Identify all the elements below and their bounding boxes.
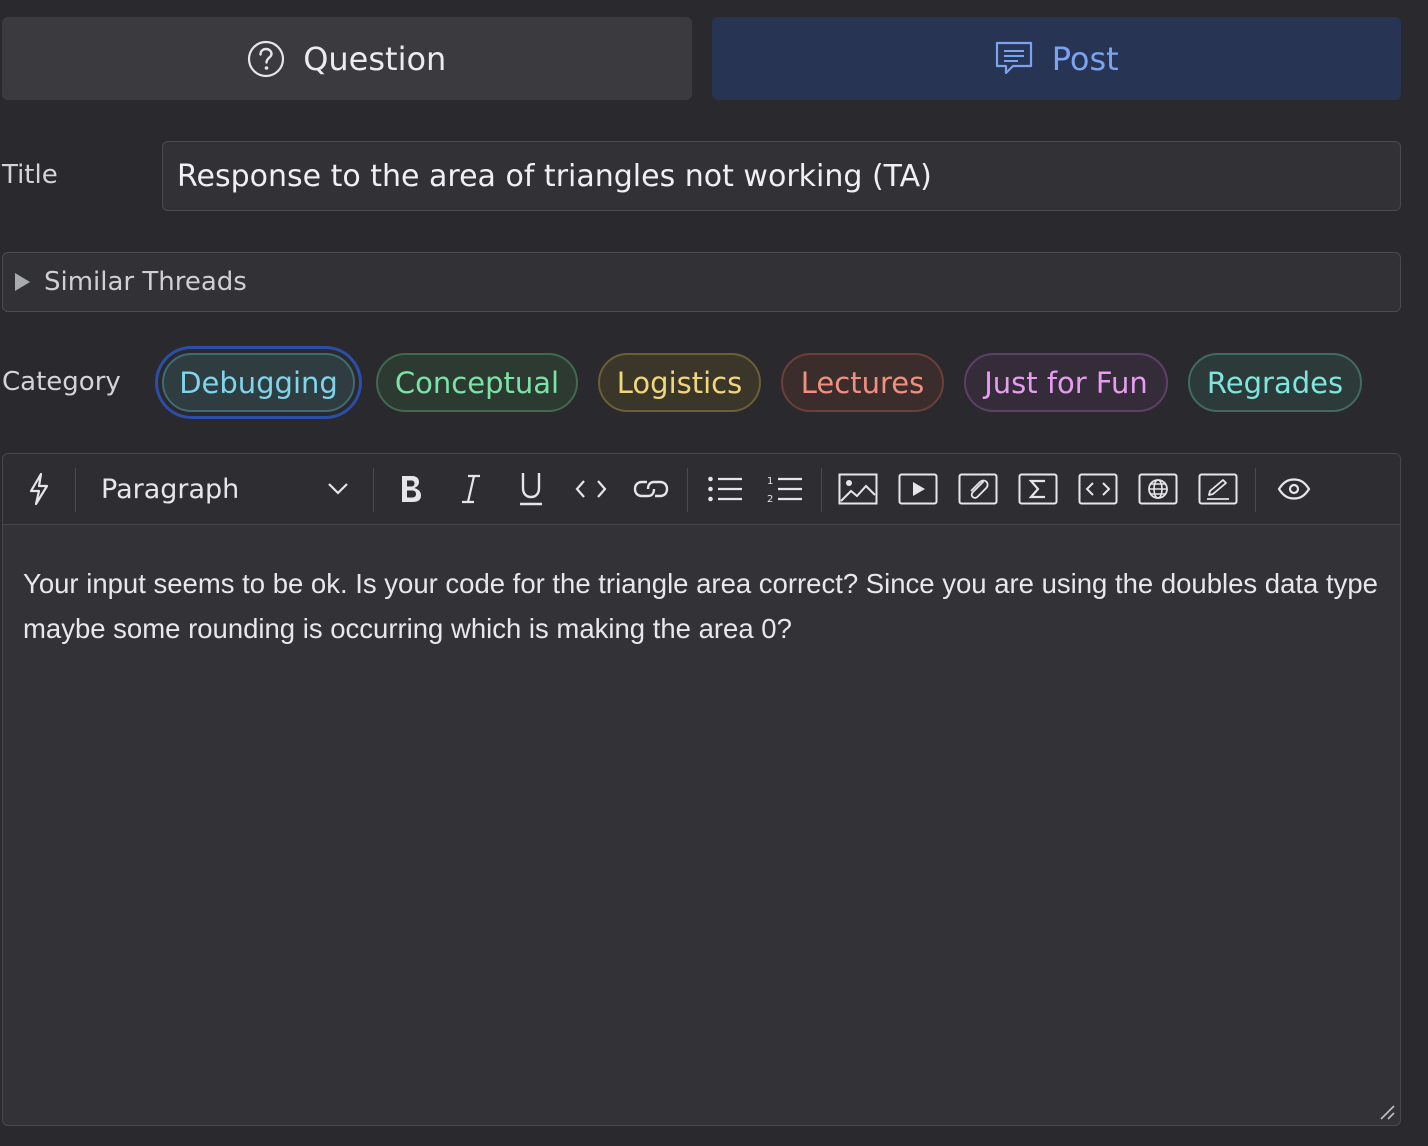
question-type-button[interactable]: Question xyxy=(2,17,692,100)
editor-toolbar: Paragraph 12 xyxy=(3,454,1400,525)
italic-icon[interactable] xyxy=(453,466,489,512)
code-block-icon[interactable] xyxy=(1077,466,1119,512)
lightning-icon[interactable] xyxy=(21,466,57,512)
numbered-list-icon[interactable]: 12 xyxy=(763,466,807,512)
resize-handle-icon[interactable] xyxy=(1378,1103,1396,1121)
chip-label: Logistics xyxy=(616,365,743,400)
similar-threads-label: Similar Threads xyxy=(44,267,247,297)
category-chip-lectures[interactable]: Lectures xyxy=(781,353,944,412)
category-chip-just-for-fun[interactable]: Just for Fun xyxy=(964,353,1168,412)
web-snippet-icon[interactable] xyxy=(1137,466,1179,512)
paragraph-format-select[interactable]: Paragraph xyxy=(87,466,363,512)
video-icon[interactable] xyxy=(897,466,939,512)
category-chip-conceptual[interactable]: Conceptual xyxy=(376,353,578,412)
bullet-list-icon[interactable] xyxy=(703,466,747,512)
chip-label: Regrades xyxy=(1206,365,1344,400)
post-type-button[interactable]: Post xyxy=(711,17,1401,100)
chip-label: Just for Fun xyxy=(984,365,1148,400)
post-type-label: Post xyxy=(1051,39,1119,78)
rich-text-editor: Paragraph 12 Your input seems to be ok. … xyxy=(2,453,1401,1126)
svg-text:1: 1 xyxy=(767,476,773,487)
question-type-label: Question xyxy=(303,39,447,78)
image-icon[interactable] xyxy=(837,466,879,512)
bold-icon[interactable] xyxy=(391,466,431,512)
math-icon[interactable] xyxy=(1017,466,1059,512)
underline-icon[interactable] xyxy=(511,466,551,512)
preview-icon[interactable] xyxy=(1273,466,1315,512)
title-label: Title xyxy=(2,160,58,190)
chat-bubble-icon xyxy=(994,40,1034,78)
post-type-toggle: Question Post xyxy=(2,17,1401,100)
chip-label: Debugging xyxy=(179,365,338,400)
expand-triangle-icon xyxy=(15,273,30,291)
editor-content[interactable]: Your input seems to be ok. Is your code … xyxy=(3,525,1400,651)
question-circle-icon xyxy=(247,40,285,78)
category-label: Category xyxy=(2,367,121,397)
category-chip-regrades[interactable]: Regrades xyxy=(1188,353,1362,412)
category-chip-logistics[interactable]: Logistics xyxy=(598,353,761,412)
chevron-down-icon xyxy=(327,482,349,496)
paragraph-format-value: Paragraph xyxy=(101,473,240,505)
chip-label: Conceptual xyxy=(394,365,560,400)
link-icon[interactable] xyxy=(629,466,673,512)
title-input[interactable] xyxy=(162,141,1401,211)
chip-label: Lectures xyxy=(800,365,925,400)
code-icon[interactable] xyxy=(571,466,611,512)
category-chip-debugging[interactable]: Debugging xyxy=(162,353,355,412)
attachment-icon[interactable] xyxy=(957,466,999,512)
editor-body-text: Your input seems to be ok. Is your code … xyxy=(23,568,1378,644)
similar-threads-toggle[interactable]: Similar Threads xyxy=(2,252,1401,312)
svg-text:2: 2 xyxy=(767,494,773,504)
drawing-icon[interactable] xyxy=(1197,466,1239,512)
